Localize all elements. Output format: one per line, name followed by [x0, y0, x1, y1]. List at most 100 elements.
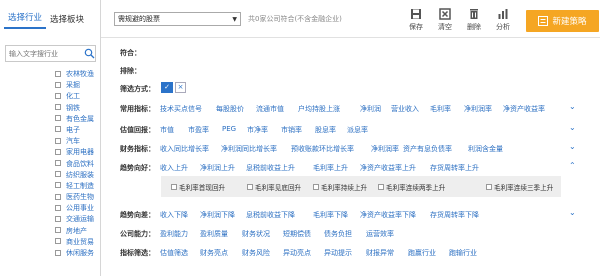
- filter-option[interactable]: 财报异常: [366, 248, 394, 258]
- industry-checkbox[interactable]: [55, 193, 61, 200]
- suboption[interactable]: 毛利率首现回升: [171, 182, 225, 192]
- filter-option[interactable]: 债务负担: [324, 229, 352, 239]
- filter-option[interactable]: 技术买点信号: [160, 104, 202, 114]
- filter-option[interactable]: 息税前收益下降: [246, 210, 295, 220]
- list-item[interactable]: 家用电器: [0, 146, 100, 157]
- list-item[interactable]: 食品饮料: [0, 158, 100, 169]
- filter-option[interactable]: 运营效率: [366, 229, 394, 239]
- suboption-checkbox[interactable]: [247, 184, 253, 190]
- method-include-toggle[interactable]: ✓: [161, 82, 173, 93]
- filter-option[interactable]: 净利润同比增长率: [221, 144, 277, 154]
- new-strategy-button[interactable]: 新建策略: [526, 10, 599, 32]
- strategy-select[interactable]: 需规避的股票 ▼: [114, 12, 241, 26]
- filter-option[interactable]: 盈利质量: [200, 229, 228, 239]
- tab-select-industry[interactable]: 选择行业: [4, 12, 47, 29]
- industry-checkbox[interactable]: [55, 115, 61, 122]
- list-item[interactable]: 交通运输: [0, 213, 100, 224]
- filter-option[interactable]: 市销率: [281, 125, 302, 135]
- industry-checkbox[interactable]: [55, 160, 61, 166]
- filter-option[interactable]: 收入同比增长率: [160, 144, 209, 154]
- industry-checkbox[interactable]: [55, 215, 61, 222]
- filter-option[interactable]: 利润含金量: [468, 144, 503, 154]
- list-item[interactable]: 农林牧渔: [0, 68, 100, 79]
- chevron-down-icon[interactable]: ⌄: [569, 102, 576, 111]
- analysis-button[interactable]: 分析: [491, 8, 515, 32]
- list-item[interactable]: 采掘: [0, 79, 100, 90]
- industry-checkbox[interactable]: [55, 227, 61, 234]
- delete-button[interactable]: 删除: [462, 8, 486, 32]
- clear-button[interactable]: 清空: [433, 8, 457, 32]
- industry-checkbox[interactable]: [55, 249, 61, 256]
- filter-option[interactable]: 毛利率下降: [313, 210, 348, 220]
- industry-checkbox[interactable]: [55, 126, 61, 133]
- method-exclude-toggle[interactable]: ×: [175, 82, 186, 93]
- filter-option[interactable]: 净资产收益率: [503, 104, 545, 114]
- filter-option[interactable]: 跑赢行业: [408, 248, 436, 258]
- suboption[interactable]: 毛利率连续三季上升: [486, 182, 553, 192]
- tab-select-sector[interactable]: 选择板块: [46, 14, 88, 29]
- filter-option[interactable]: 净利润上升: [200, 163, 235, 173]
- industry-checkbox[interactable]: [55, 81, 61, 88]
- filter-option[interactable]: 存货周转率上升: [430, 163, 479, 173]
- filter-option[interactable]: 市盈率: [188, 125, 209, 135]
- filter-option[interactable]: 异动提示: [324, 248, 352, 258]
- filter-option[interactable]: 收入下降: [160, 210, 188, 220]
- chevron-down-icon[interactable]: ⌄: [569, 142, 576, 151]
- filter-option[interactable]: 净利润下降: [200, 210, 235, 220]
- industry-checkbox[interactable]: [55, 70, 61, 77]
- chevron-down-icon[interactable]: ⌄: [569, 123, 576, 132]
- list-item[interactable]: 公用事业: [0, 202, 100, 213]
- filter-option[interactable]: 预收账款环比增长率: [291, 144, 354, 154]
- list-item[interactable]: 化工: [0, 90, 100, 101]
- list-item[interactable]: 医药生物: [0, 191, 100, 202]
- list-item[interactable]: 商业贸易: [0, 236, 100, 247]
- filter-option[interactable]: 流通市值: [256, 104, 284, 114]
- filter-option[interactable]: 股息率: [315, 125, 336, 135]
- filter-option[interactable]: 异动亮点: [283, 248, 311, 258]
- filter-option[interactable]: 派息率: [347, 125, 368, 135]
- filter-option[interactable]: 市值: [160, 125, 174, 135]
- industry-checkbox[interactable]: [55, 137, 61, 144]
- filter-option[interactable]: 市净率: [247, 125, 268, 135]
- filter-option[interactable]: 净资产收益率上升: [360, 163, 416, 173]
- list-item[interactable]: 钢铁: [0, 102, 100, 113]
- industry-checkbox[interactable]: [55, 204, 61, 211]
- filter-option[interactable]: 毛利率上升: [313, 163, 348, 173]
- industry-checkbox[interactable]: [55, 171, 61, 178]
- save-button[interactable]: 保存: [404, 8, 428, 32]
- filter-option[interactable]: 毛利率: [430, 104, 451, 114]
- suboption[interactable]: 毛利率见底回升: [247, 182, 301, 192]
- filter-option[interactable]: 存货周转率下降: [430, 210, 479, 220]
- chevron-up-icon[interactable]: ⌃: [569, 161, 576, 170]
- filter-option[interactable]: 财务状况: [242, 229, 270, 239]
- list-item[interactable]: 房地产: [0, 225, 100, 236]
- filter-option[interactable]: 财务亮点: [200, 248, 228, 258]
- list-item[interactable]: 电子: [0, 124, 100, 135]
- industry-checkbox[interactable]: [55, 182, 61, 189]
- list-item[interactable]: 纺织服装: [0, 169, 100, 180]
- filter-option[interactable]: 资产有息负债率: [403, 144, 452, 154]
- industry-checkbox[interactable]: [55, 238, 61, 245]
- filter-option[interactable]: 净资产收益率下降: [360, 210, 416, 220]
- list-item[interactable]: 休闲服务: [0, 247, 100, 258]
- filter-option[interactable]: 跑输行业: [449, 248, 477, 258]
- filter-option[interactable]: 收入上升: [160, 163, 188, 173]
- industry-checkbox[interactable]: [55, 104, 61, 111]
- industry-checkbox[interactable]: [55, 92, 61, 99]
- suboption[interactable]: 毛利率连续两季上升: [378, 182, 445, 192]
- suboption-checkbox[interactable]: [313, 184, 319, 190]
- suboption[interactable]: 毛利率持续上升: [313, 182, 367, 192]
- suboption-checkbox[interactable]: [171, 184, 177, 190]
- filter-option[interactable]: 财务风险: [242, 248, 270, 258]
- list-item[interactable]: 有色金属: [0, 113, 100, 124]
- filter-option[interactable]: 户均持股上涨: [298, 104, 340, 114]
- filter-option[interactable]: 估值筛选: [160, 248, 188, 258]
- filter-option[interactable]: PEG: [222, 125, 236, 133]
- industry-checkbox[interactable]: [55, 148, 61, 155]
- filter-option[interactable]: 短期偿债: [283, 229, 311, 239]
- filter-option[interactable]: 净利润率: [464, 104, 492, 114]
- suboption-checkbox[interactable]: [378, 184, 384, 190]
- industry-search-input[interactable]: [6, 46, 84, 61]
- suboption-checkbox[interactable]: [486, 184, 492, 190]
- filter-option[interactable]: 营业收入: [391, 104, 419, 114]
